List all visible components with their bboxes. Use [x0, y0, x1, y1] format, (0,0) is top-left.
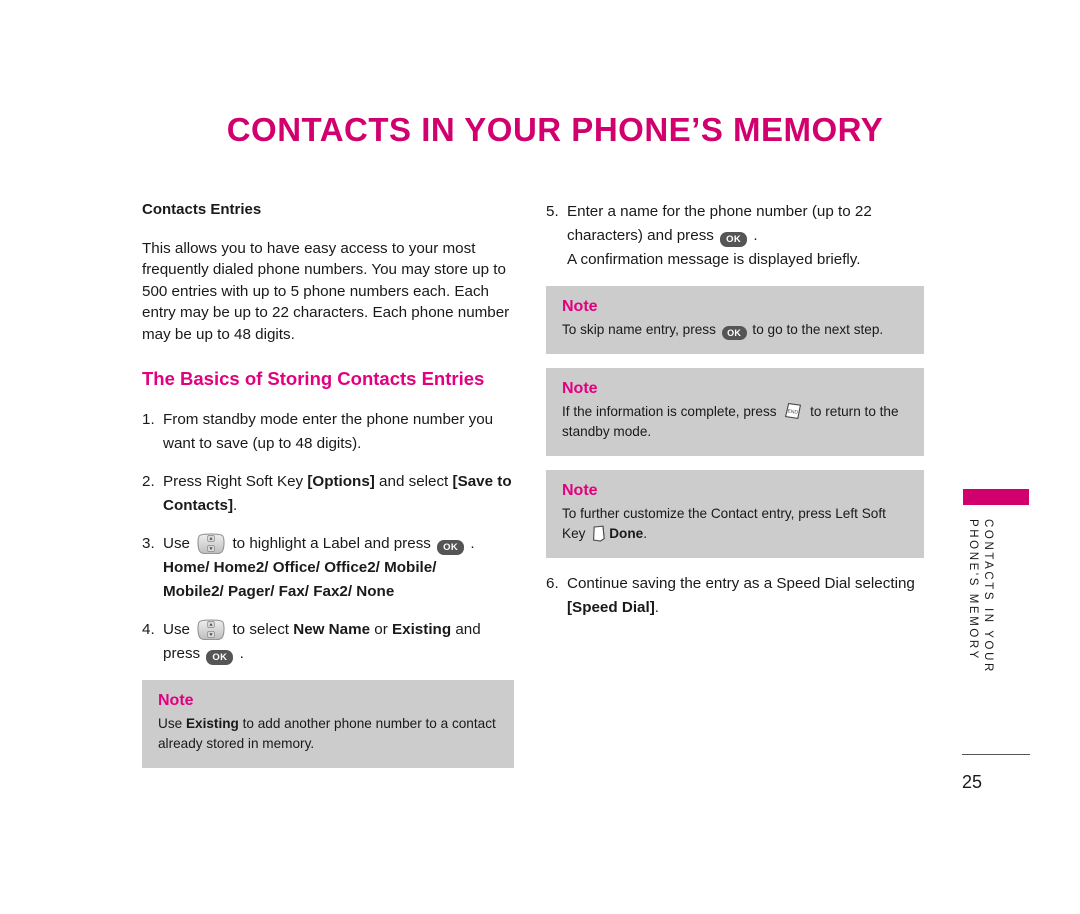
step-number: 6. [546, 575, 559, 592]
step-text-part: . [654, 599, 660, 616]
ok-key-icon: OK [437, 540, 465, 556]
step-6: 6. Continue saving the entry as a Speed … [546, 572, 924, 620]
note-body: To skip name entry, press OK to go to th… [562, 320, 908, 340]
note-box: Note To skip name entry, press OK to go … [546, 286, 924, 354]
note-title: Note [562, 298, 598, 315]
sub-heading: The Basics of Storing Contacts Entries [142, 368, 485, 389]
intro-paragraph: This allows you to have easy access to y… [142, 239, 510, 343]
note-text-part: Use [158, 716, 186, 732]
end-key-icon: END [783, 402, 803, 421]
side-tab-marker [963, 489, 1029, 505]
note-box: Note If the information is complete, pre… [546, 368, 924, 456]
step-text-part: . [466, 535, 475, 553]
options-softkey-label: [Options] [307, 473, 375, 491]
step-text-part: . [233, 497, 238, 515]
step-text-part: A confirmation message is displayed brie… [567, 251, 861, 268]
step-text: Use to select New Name or Existing and p… [163, 618, 514, 666]
step-text-part: and select [374, 473, 453, 491]
step-text-part: or [370, 621, 393, 639]
step-number: 5. [546, 203, 559, 220]
ok-key-icon: OK [720, 232, 748, 247]
step-number: 4. [142, 621, 155, 639]
side-tab-line-2: PHONE'S MEMORY [967, 519, 979, 661]
navigation-key-icon [197, 619, 225, 641]
existing-label: Existing [185, 716, 239, 732]
step-text: Use to highlight a Label and press OK . … [163, 532, 514, 604]
step-number: 2. [142, 473, 155, 491]
step-number: 3. [142, 535, 155, 553]
note-box: Note Use Existing to add another phone n… [142, 680, 514, 769]
page-title: CONTACTS IN YOUR PHONE’S MEMORY [226, 111, 884, 148]
step-text-part: Continue saving the entry as a Speed Dia… [567, 575, 915, 592]
note-body: Use Existing to add another phone number… [158, 714, 498, 754]
step-text: Press Right Soft Key [Options] and selec… [163, 470, 514, 518]
step-3: 3. Use to highlight a Label and press OK… [142, 532, 514, 604]
step-text-part: Use [163, 621, 195, 639]
page-number: 25 [962, 772, 983, 792]
ok-key-icon: OK [206, 650, 234, 666]
step-text-part: to select [228, 621, 294, 639]
side-tab: CONTACTS IN YOUR PHONE'S MEMORY [963, 519, 1007, 709]
step-text-part: to highlight a Label and press [228, 535, 436, 553]
note-title: Note [158, 692, 194, 710]
step-1: 1. From standby mode enter the phone num… [142, 408, 514, 456]
ok-key-icon: OK [721, 326, 747, 340]
done-softkey-label: Done [609, 526, 644, 541]
step-text-part: Press Right Soft Key [163, 473, 308, 491]
step-text: Enter a name for the phone number (up to… [567, 200, 924, 272]
navigation-key-icon [197, 533, 225, 555]
step-text: From standby mode enter the phone number… [163, 408, 514, 456]
speed-dial-label: [Speed Dial] [567, 599, 655, 616]
new-name-label: New Name [293, 621, 371, 639]
note-text-part: . [643, 526, 647, 541]
step-text-part: Use [163, 535, 195, 553]
right-column: 5. Enter a name for the phone number (up… [546, 200, 924, 634]
step-2: 2. Press Right Soft Key [Options] and se… [142, 470, 514, 518]
step-text: Continue saving the entry as a Speed Dia… [567, 572, 924, 620]
label-options-line-1: Home/ Home2/ Office/ Office2/ Mobile/ [163, 559, 437, 577]
side-tab-line-1: CONTACTS IN YOUR [982, 519, 994, 674]
manual-page: CONTACTS IN YOUR PHONE’S MEMORY Contacts… [0, 0, 1080, 914]
page-number-rule [962, 754, 1030, 755]
note-text-part: If the information is complete, press [562, 404, 781, 419]
note-body: If the information is complete, press EN… [562, 402, 908, 442]
note-box: Note To further customize the Contact en… [546, 470, 924, 558]
step-text-part: . [749, 227, 758, 244]
step-5: 5. Enter a name for the phone number (up… [546, 200, 924, 272]
step-text-part: From standby mode enter the phone number… [163, 411, 494, 453]
label-options-line-2: Mobile2/ Pager/ Fax/ Fax2/ None [163, 583, 395, 601]
note-text-part: To skip name entry, press [562, 322, 720, 337]
step-number: 1. [142, 411, 155, 429]
step-4: 4. Use to select New Name or Existing an… [142, 618, 514, 666]
note-text-part: to go to the next step. [748, 322, 884, 337]
left-soft-key-icon [592, 525, 606, 542]
left-column: Contacts Entries This allows you to have… [142, 200, 514, 782]
step-text-part: . [235, 645, 244, 663]
note-title: Note [562, 482, 598, 499]
note-title: Note [562, 380, 598, 397]
section-heading: Contacts Entries [142, 201, 262, 218]
existing-label: Existing [392, 621, 452, 639]
note-body: To further customize the Contact entry, … [562, 504, 908, 544]
